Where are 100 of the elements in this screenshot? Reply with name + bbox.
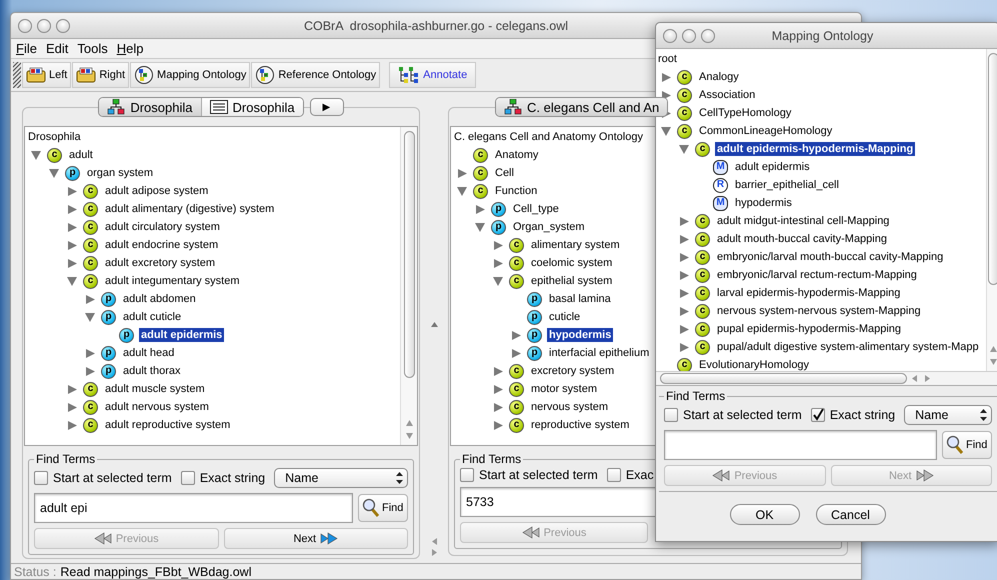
menu-item[interactable]: File — [16, 41, 37, 56]
term-type-icon: c — [47, 148, 62, 162]
search-by-dropdown[interactable]: Name — [904, 405, 992, 425]
next-button[interactable]: Next — [224, 528, 408, 549]
term-type-icon: c — [695, 286, 710, 300]
tree-item[interactable]: reproductive system — [529, 418, 632, 432]
toolbar-button[interactable]: Reference Ontology — [251, 62, 380, 88]
term-type-icon: p — [101, 364, 116, 378]
term-type-icon: c — [695, 250, 710, 264]
tree-item[interactable]: cuticle — [547, 310, 582, 324]
term-type-icon: c — [473, 166, 488, 180]
tree-item[interactable]: Analogy — [697, 70, 741, 84]
menu-item[interactable]: Tools — [77, 41, 108, 56]
tree-item[interactable]: hypodermis — [547, 328, 614, 342]
tree-item[interactable]: basal lamina — [547, 292, 613, 306]
term-type-icon: c — [695, 268, 710, 282]
menu-item[interactable]: Help — [116, 41, 144, 56]
tree-item[interactable]: adult midgut-intestinal cell-Mapping — [715, 214, 892, 228]
group-title: Find Terms — [35, 452, 96, 466]
term-type-icon: p — [527, 310, 542, 324]
term-type-icon: p — [527, 328, 542, 342]
view-tab[interactable]: Drosophila — [99, 98, 200, 116]
tree-item[interactable]: interfacial epithelium — [547, 346, 652, 360]
tree-item[interactable]: motor system — [529, 382, 600, 396]
tree-item[interactable]: pupal epidermis-hypodermis-Mapping — [715, 322, 904, 336]
tree-item[interactable]: adult epidermis — [139, 328, 224, 342]
term-type-icon: c — [695, 142, 710, 156]
find-button[interactable]: Find — [358, 494, 408, 522]
tree-item[interactable]: pupal/adult digestive system-alimentary system-Mapp — [715, 340, 981, 354]
tree-item[interactable]: Cell — [493, 166, 516, 180]
menu-item[interactable]: Edit — [46, 41, 68, 56]
tree-item[interactable]: adult adipose system — [103, 184, 210, 198]
search-field[interactable]: adult epi — [34, 493, 353, 523]
tree-item[interactable]: adult — [67, 148, 95, 162]
tree-item[interactable]: adult excretory system — [103, 256, 218, 270]
tree-item[interactable]: adult circulatory system — [103, 220, 222, 234]
term-type-icon: c — [677, 106, 692, 120]
tree-item[interactable]: Function — [493, 184, 540, 198]
toolbar-button[interactable]: Mapping Ontology — [130, 62, 250, 88]
term-type-icon: c — [509, 418, 524, 432]
tree-item[interactable]: adult epidermis-hypodermis-Mapping — [715, 142, 916, 156]
tree-item[interactable]: Association — [697, 88, 758, 102]
tree-item[interactable]: adult integumentary system — [103, 274, 242, 288]
tree-item[interactable]: hypodermis — [733, 196, 794, 210]
tree-item[interactable]: Anatomy — [493, 148, 540, 162]
tree-item[interactable]: Cell_type — [511, 202, 561, 216]
tree-root: root — [658, 52, 677, 67]
more-button[interactable]: ▶ — [310, 98, 344, 116]
tree-item[interactable]: barrier_epithelial_cell — [733, 178, 841, 192]
tree-root: Drosophila — [28, 130, 81, 145]
dialog-button[interactable]: Cancel — [816, 504, 886, 525]
checkbox-label: Exact string — [830, 408, 896, 422]
dialog-button[interactable]: OK — [730, 504, 800, 525]
tree-item[interactable]: CommonLineageHomology — [697, 124, 834, 138]
tree-item[interactable]: larval epidermis-hypodermis-Mapping — [715, 286, 902, 300]
toolbar-button[interactable]: Left — [22, 62, 72, 88]
tree-item[interactable]: epithelial system — [529, 274, 614, 288]
tree-item[interactable]: organ system — [85, 166, 156, 180]
term-type-icon: p — [527, 346, 542, 360]
term-type-icon: p — [101, 346, 116, 360]
view-tab[interactable]: C. elegans Cell and An — [496, 98, 668, 116]
view-tab[interactable]: Drosophila — [200, 98, 303, 116]
tree-item[interactable]: Organ_system — [511, 220, 587, 234]
tree-item[interactable]: adult reproductive system — [103, 418, 232, 432]
tree-item[interactable]: adult muscle system — [103, 382, 207, 396]
term-type-icon: c — [509, 238, 524, 252]
group-title: Find Terms — [665, 389, 726, 403]
window-title: COBrA drosophila-ashburner.go - celegans.owl — [304, 18, 568, 32]
tree-item[interactable]: coelomic system — [529, 256, 614, 270]
term-type-icon: c — [509, 364, 524, 378]
tree-item[interactable]: adult abdomen — [121, 292, 198, 306]
tree-item[interactable]: adult thorax — [121, 364, 182, 378]
tree-item[interactable]: CellTypeHomology — [697, 106, 794, 120]
tree-item[interactable]: nervous system-nervous system-Mapping — [715, 304, 923, 318]
term-type-icon: c — [677, 88, 692, 102]
tree-item[interactable]: adult cuticle — [121, 310, 184, 324]
tree-item[interactable]: nervous system — [529, 400, 610, 414]
tree-item[interactable]: adult endocrine system — [103, 238, 220, 252]
term-type-icon: c — [695, 340, 710, 354]
term-type-icon: R — [713, 178, 728, 192]
toolbar-button[interactable]: Annotate — [389, 62, 476, 88]
search-by-dropdown[interactable]: Name — [274, 468, 408, 488]
toolbar-button[interactable]: Right — [72, 62, 130, 88]
tree-item[interactable]: adult alimentary (digestive) system — [103, 202, 276, 216]
tree-item[interactable]: adult nervous system — [103, 400, 211, 414]
tree-item[interactable]: adult epidermis — [733, 160, 812, 174]
term-type-icon: c — [509, 382, 524, 396]
tree-item[interactable]: excretory system — [529, 364, 616, 378]
tree-item[interactable]: embryonic/larval mouth-buccal cavity-Mapping — [715, 250, 946, 264]
tree-item[interactable]: EvolutionaryHomology — [697, 358, 812, 371]
term-type-icon: M — [713, 196, 728, 210]
tree-item[interactable]: embryonic/larval rectum-rectum-Mapping — [715, 268, 919, 282]
term-type-icon: p — [491, 202, 506, 216]
term-type-icon: c — [83, 184, 98, 198]
tree-item[interactable]: adult mouth-buccal cavity-Mapping — [715, 232, 889, 246]
tree-item[interactable]: alimentary system — [529, 238, 622, 252]
term-type-icon: c — [509, 400, 524, 414]
checkbox-label: Start at selected term — [479, 468, 598, 482]
tree-item[interactable]: adult head — [121, 346, 176, 360]
find-button[interactable]: Find — [942, 431, 992, 459]
